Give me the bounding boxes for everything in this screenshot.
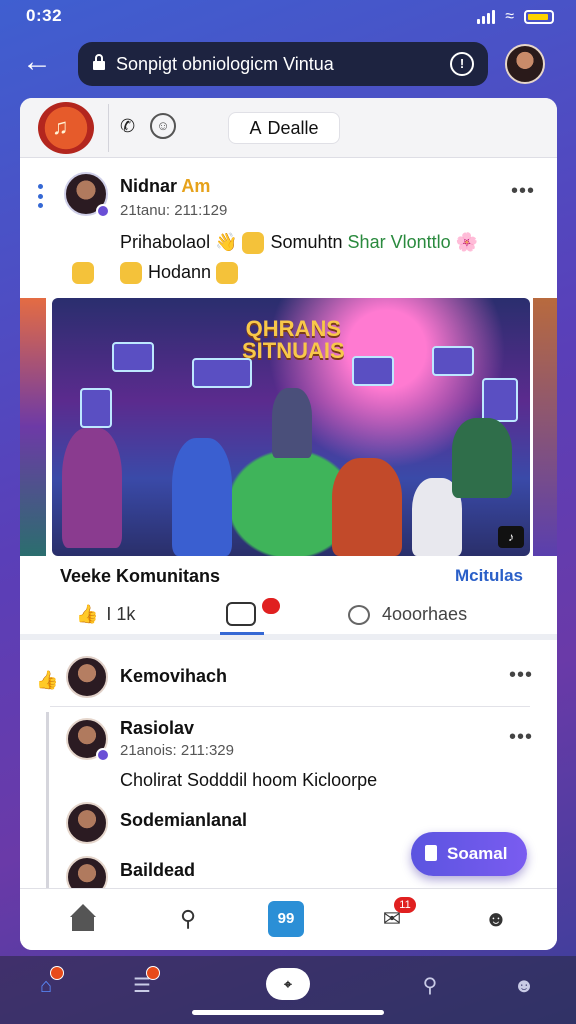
search-icon[interactable]: ⚲ [414,970,446,1002]
person-figure [62,428,122,548]
notification-badge [50,966,64,980]
share-button[interactable]: 4ooorhaes [348,604,467,626]
post-image[interactable]: QHRANS SITNUAIS ♪ [52,298,530,556]
person-figure [332,458,402,556]
speech-bubble-icon [348,605,370,626]
messages-badge: 11 [394,897,416,913]
apps-icon[interactable]: 99 [268,901,304,937]
avatar[interactable] [66,802,108,844]
status-bar: 0:32 ≈ [0,0,576,34]
app-tab-bar: ⚲ 99 ✉ 11 ☻ [20,888,557,950]
address-bar[interactable]: Sonpigt obniologicm Vintua ! [78,42,488,86]
smiley-icon [216,262,239,285]
join-button[interactable]: A Dealle [228,112,340,144]
reaction-bar: 👍 I 1k 4ooorhaes [20,592,557,640]
floating-card [352,356,394,386]
divider [108,104,109,152]
statue [272,388,312,458]
carousel-next-preview[interactable] [533,298,557,556]
system-nav-bar: ⌂ ☰ ⌖ ⚲ ☻ [0,956,576,1024]
person-icon[interactable]: ☻ [508,970,540,1002]
info-icon[interactable]: ! [450,52,474,76]
divider [50,706,530,707]
avatar[interactable] [66,656,108,698]
post-timestamp: 21tanu: 211:129 [120,202,228,219]
post-caption: Veeke Komunitans [60,566,221,586]
comment-author[interactable]: Kemovihach [120,666,227,687]
notification-badge [146,966,160,980]
more-options-icon[interactable]: ••• [511,180,535,203]
post-text: Prihabolaol 👋 Somuhtn Shar Vlonttlo 🌸 [120,232,478,255]
status-time: 0:32 [26,6,63,25]
compose-button[interactable]: Soamal [411,832,527,876]
lock-icon [93,54,105,70]
creature-figure [452,418,512,498]
reply-author[interactable]: Rasiolav [120,718,194,739]
smiley-icon [120,262,143,285]
vertical-dots-icon[interactable] [38,184,44,208]
floating-card [482,378,518,422]
home-icon[interactable] [65,901,101,937]
floating-card [112,342,154,372]
battery-icon [524,10,554,24]
post-caption-right[interactable]: Mcitulas [455,566,523,586]
document-icon [425,845,437,861]
post-text-line2: Hodann [72,262,244,285]
image-title: QHRANS SITNUAIS [242,316,345,363]
comment-badge [262,598,280,614]
like-icon: 👍 [76,604,99,624]
post: Nidnar Am 21tanu: 211:129 ••• Prihabolao… [20,162,557,640]
signal-icon [477,10,496,24]
floating-card [192,358,252,388]
home-icon[interactable]: ⌂ [30,966,64,1002]
feed-card: ♫ ✆ ☺ A Dealle Nidnar Am 21tanu: 211:129 … [20,98,557,950]
status-icons: ≈ [477,8,554,26]
comment-icon[interactable] [226,602,256,626]
browser-toolbar: ← Sonpigt obniologicm Vintua ! [0,40,576,88]
tiktok-icon: ♪ [498,526,524,548]
smiley-icon [72,262,94,285]
group-logo[interactable]: ♫ [38,102,94,154]
thread-line [46,712,49,892]
guitar-icon: ♫ [52,114,69,139]
avatar[interactable] [66,718,110,762]
more-options-icon[interactable]: ••• [509,726,533,749]
post-media-carousel[interactable]: QHRANS SITNUAIS ♪ [20,298,557,556]
reply-author[interactable]: Sodemianlanal [120,810,247,831]
profile-icon[interactable]: ☻ [478,901,514,937]
home-button[interactable]: ⌖ [266,968,310,1000]
like-button[interactable]: 👍 I 1k [76,604,135,625]
smiley-icon [242,232,265,255]
address-text: Sonpigt obniologicm Vintua [116,54,334,74]
phone-icon[interactable]: ✆ [120,116,135,137]
reply-author[interactable]: Baildead [120,860,195,881]
emoji-icon[interactable]: ☺ [150,113,176,139]
back-arrow-icon[interactable]: ← [22,47,56,80]
reply-text: Cholirat Sodddil hoom Kicloorpe [120,770,378,790]
avatar[interactable] [64,172,110,218]
profile-avatar[interactable] [505,44,545,84]
person-figure [172,438,232,556]
floating-card [80,388,112,428]
home-indicator[interactable] [192,1010,384,1015]
post-author[interactable]: Nidnar Am [120,176,210,197]
carousel-prev-preview[interactable] [20,298,46,556]
active-tab-indicator [220,632,264,635]
reply-timestamp: 21anois: 211:329 [120,742,234,759]
search-icon[interactable]: ⚲ [170,901,206,937]
letter-icon: A [249,118,262,138]
floating-card [432,346,474,376]
thumbs-up-icon[interactable]: 👍 [36,670,58,691]
wifi-icon: ≈ [505,8,514,25]
list-icon[interactable]: ☰ [126,966,160,1002]
messages-icon[interactable]: ✉ 11 [374,897,416,937]
more-options-icon[interactable]: ••• [509,664,533,687]
group-header: ♫ ✆ ☺ A Dealle [20,98,557,158]
